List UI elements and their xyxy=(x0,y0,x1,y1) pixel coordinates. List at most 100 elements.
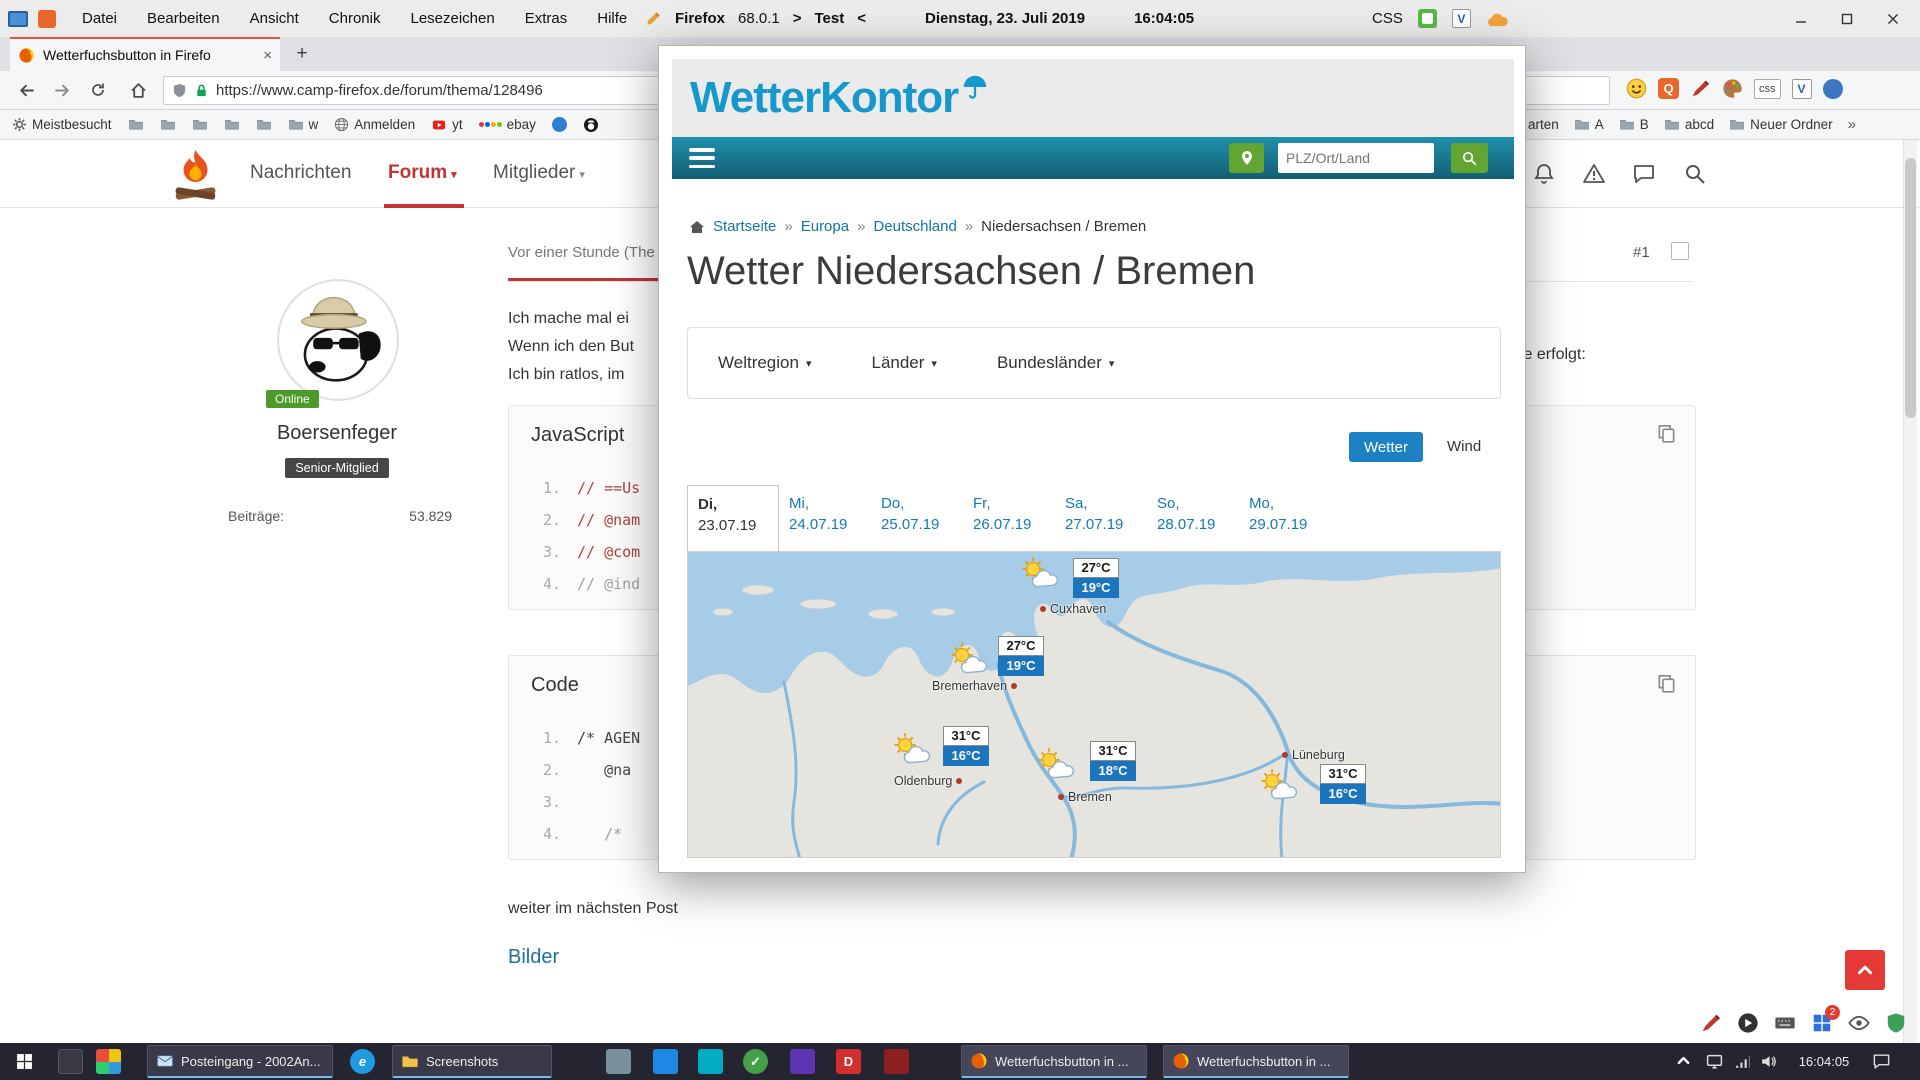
bookmark-meistbesucht[interactable]: Meistbesucht xyxy=(12,117,112,132)
css-badge-icon[interactable]: css xyxy=(1754,79,1781,99)
new-tab-button[interactable]: + xyxy=(288,40,316,68)
minimize-button[interactable] xyxy=(1778,2,1824,36)
grid-tray-icon[interactable]: 2 xyxy=(1811,1012,1833,1034)
search-submit-button[interactable] xyxy=(1451,143,1488,173)
home-icon[interactable] xyxy=(689,219,705,235)
taskbar-app-icon[interactable] xyxy=(884,1049,909,1074)
menu-lesezeichen[interactable]: Lesezeichen xyxy=(408,10,496,27)
taskbar-button-firefox-1[interactable]: Wetterfuchsbutton in ... xyxy=(961,1045,1147,1078)
nav-mitglieder[interactable]: Mitglieder▾ xyxy=(493,162,585,184)
bookmark-neuer-ordner[interactable]: Neuer Ordner xyxy=(1729,117,1833,132)
brush-extension-icon[interactable] xyxy=(1690,78,1711,99)
bookmarks-overflow-button[interactable]: » xyxy=(1848,116,1856,133)
tracking-shield-icon[interactable] xyxy=(172,83,187,98)
checkmark-app-icon[interactable]: ✓ xyxy=(743,1049,768,1074)
nav-nachrichten[interactable]: Nachrichten xyxy=(250,162,351,184)
menu-ansicht[interactable]: Ansicht xyxy=(248,10,301,27)
start-button[interactable] xyxy=(0,1043,48,1080)
taskbar-button-posteingang[interactable]: Posteingang - 2002An... xyxy=(147,1045,333,1078)
notifications-bell-icon[interactable] xyxy=(1532,162,1556,186)
bookmark-yt[interactable]: yt xyxy=(431,117,463,132)
scroll-to-top-button[interactable] xyxy=(1845,950,1885,990)
smiley-extension-icon[interactable] xyxy=(1626,78,1647,99)
bookmark-folder-4[interactable] xyxy=(224,117,240,132)
close-button[interactable] xyxy=(1870,2,1916,36)
bookmark-folder-2[interactable] xyxy=(160,117,176,132)
browser-tab-active[interactable]: Wetterfuchsbutton in Firefo × xyxy=(10,37,280,71)
bookmark-karten-partial[interactable]: arten xyxy=(1528,117,1559,132)
day-tab[interactable]: Sa,27.07.19 xyxy=(1055,485,1147,551)
username[interactable]: Boersenfeger xyxy=(202,422,472,445)
bookmark-folder-3[interactable] xyxy=(192,117,208,132)
day-tab[interactable]: Fr,26.07.19 xyxy=(963,485,1055,551)
wetter-toggle-button[interactable]: Wetter xyxy=(1349,432,1423,462)
filter-weltregion[interactable]: Weltregion▾ xyxy=(718,353,811,373)
location-search-input[interactable] xyxy=(1278,143,1434,173)
search-icon[interactable] xyxy=(1683,162,1707,186)
post-select-checkbox[interactable] xyxy=(1671,242,1689,260)
menu-bearbeiten[interactable]: Bearbeiten xyxy=(145,10,222,27)
css-toggle-label[interactable]: CSS xyxy=(1372,10,1403,27)
v-extension-icon[interactable]: V xyxy=(1452,9,1471,28)
taskbar-clock[interactable]: 16:04:05 xyxy=(1788,1043,1860,1080)
menu-datei[interactable]: Datei xyxy=(80,10,119,27)
day-tab[interactable]: So,28.07.19 xyxy=(1147,485,1239,551)
geolocation-button[interactable] xyxy=(1229,143,1264,173)
day-tab[interactable]: Mi,24.07.19 xyxy=(779,485,871,551)
breadcrumb-europa[interactable]: Europa xyxy=(801,218,849,235)
wind-toggle-button[interactable]: Wind xyxy=(1447,438,1481,455)
copy-code-icon[interactable] xyxy=(1657,674,1676,693)
taskbar-app-icon[interactable] xyxy=(606,1049,631,1074)
d-app-icon[interactable]: D xyxy=(836,1049,861,1074)
breadcrumb-startseite[interactable]: Startseite xyxy=(713,218,776,235)
media-player-tray-icon[interactable] xyxy=(1737,1012,1759,1034)
back-button[interactable] xyxy=(14,78,38,102)
bookmark-folder-1[interactable] xyxy=(128,117,144,132)
day-tab-active[interactable]: Di,23.07.19 xyxy=(687,485,779,551)
copy-code-icon[interactable] xyxy=(1657,424,1676,443)
blue-extension-icon[interactable] xyxy=(1823,79,1843,99)
breadcrumb-deutschland[interactable]: Deutschland xyxy=(873,218,956,235)
day-tab[interactable]: Mo,29.07.19 xyxy=(1239,485,1331,551)
weather-map[interactable]: 27°C 19°C Cuxhaven 27°C 19°C Bremerhaven… xyxy=(687,551,1501,858)
avatar[interactable] xyxy=(276,278,400,402)
scrollbar-track[interactable] xyxy=(1903,140,1917,1043)
tray-expand-chevron[interactable] xyxy=(1676,1053,1691,1068)
post-timestamp[interactable]: Vor einer Stunde (The xyxy=(508,244,655,261)
bookmark-folder-a[interactable]: A xyxy=(1574,117,1604,132)
filter-bundeslaender[interactable]: Bundesländer▾ xyxy=(997,353,1114,373)
day-tab[interactable]: Do,25.07.19 xyxy=(871,485,963,551)
network-tray-icon[interactable] xyxy=(1734,1053,1751,1070)
taskbar-app-icon[interactable] xyxy=(653,1049,678,1074)
campfire-logo[interactable] xyxy=(171,146,220,202)
action-center-icon[interactable] xyxy=(1872,1052,1891,1071)
bookmark-abcd[interactable]: abcd xyxy=(1664,117,1714,132)
photos-app-icon[interactable] xyxy=(96,1049,121,1074)
taskbar-app-icon[interactable] xyxy=(58,1049,83,1074)
bookmark-ebay[interactable]: ebay xyxy=(479,117,536,132)
eye-tray-icon[interactable] xyxy=(1848,1012,1870,1034)
menu-extras[interactable]: Extras xyxy=(523,10,570,27)
nav-forum[interactable]: Forum▾ xyxy=(388,162,457,184)
reload-button[interactable] xyxy=(86,78,110,102)
taskbar-app-icon[interactable] xyxy=(698,1049,723,1074)
tab-close-icon[interactable]: × xyxy=(263,47,272,64)
extension-icon-green[interactable] xyxy=(1418,9,1437,28)
bookmark-folder-5[interactable] xyxy=(256,117,272,132)
display-tray-icon[interactable] xyxy=(1706,1053,1723,1070)
filter-laender[interactable]: Länder▾ xyxy=(871,353,936,373)
bilder-section-link[interactable]: Bilder xyxy=(508,946,559,969)
menu-hilfe[interactable]: Hilfe xyxy=(595,10,629,27)
palette-extension-icon[interactable] xyxy=(1722,78,1743,99)
messages-chat-icon[interactable] xyxy=(1632,162,1656,186)
home-button[interactable] xyxy=(126,78,150,102)
bookmark-anmelden[interactable]: Anmelden xyxy=(334,117,415,132)
menu-chronik[interactable]: Chronik xyxy=(327,10,383,27)
brush-tray-icon[interactable] xyxy=(1700,1012,1722,1034)
hamburger-menu-icon[interactable] xyxy=(689,148,715,168)
taskbar-button-firefox-2[interactable]: Wetterfuchsbutton in ... xyxy=(1163,1045,1349,1078)
qwant-extension-icon[interactable]: Q xyxy=(1658,78,1679,99)
cloud-extension-icon[interactable] xyxy=(1486,11,1508,27)
lock-icon[interactable] xyxy=(194,83,209,98)
volume-tray-icon[interactable] xyxy=(1760,1053,1777,1070)
